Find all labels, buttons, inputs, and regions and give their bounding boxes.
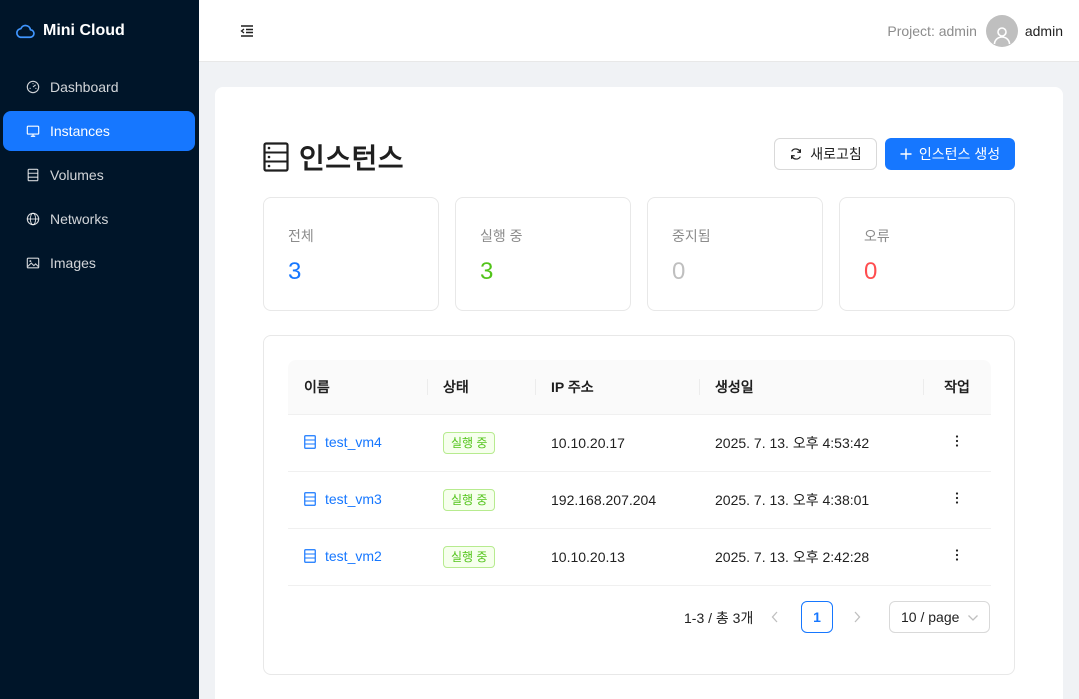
menu-fold-icon[interactable]	[239, 23, 255, 39]
refresh-label: 새로고침	[810, 146, 862, 162]
page-size-select[interactable]: 10 / page	[889, 601, 990, 633]
sidebar-item-dashboard[interactable]: Dashboard	[3, 67, 195, 107]
sidebar: Mini Cloud Dashboard Instances Volumes N…	[0, 0, 199, 699]
stat-label: 중지됨	[672, 228, 711, 244]
instance-created: 2025. 7. 13. 오후 4:38:01	[699, 471, 923, 529]
top-header: Project: admin admin	[199, 0, 1079, 62]
instance-name-link[interactable]: test_vm3	[304, 491, 382, 507]
refresh-button[interactable]: 새로고침	[774, 138, 877, 170]
status-badge: 실행 중	[443, 545, 496, 568]
stats-row: 전체 3 실행 중 3 중지됨 0 오류 0	[263, 197, 1015, 311]
dashboard-icon	[26, 80, 40, 94]
database-icon	[304, 434, 316, 449]
sidebar-item-label: Volumes	[50, 167, 104, 183]
stat-label: 전체	[288, 228, 314, 244]
pagination-total: 1-3 / 총 3개	[684, 610, 754, 626]
sidebar-item-label: Dashboard	[50, 79, 119, 95]
chevron-down-icon	[968, 615, 978, 621]
avatar[interactable]	[985, 14, 1018, 47]
user-area: Project: admin admin	[887, 14, 1063, 47]
instance-ip: 192.168.207.204	[535, 471, 699, 529]
instance-name: test_vm4	[325, 433, 382, 450]
stat-card-running: 실행 중 3	[455, 197, 631, 311]
brand-name: Mini Cloud	[43, 22, 125, 39]
project-label: Project: admin	[887, 22, 977, 39]
sidebar-item-label: Images	[50, 255, 96, 271]
stat-card-error: 오류 0	[839, 197, 1015, 311]
sidebar-item-instances[interactable]: Instances	[3, 111, 195, 151]
create-instance-button[interactable]: 인스턴스 생성	[885, 138, 1015, 170]
database-icon	[263, 142, 289, 172]
instance-created: 2025. 7. 13. 오후 2:42:28	[699, 528, 923, 586]
instance-name: test_vm2	[325, 547, 382, 564]
column-header-name[interactable]: 이름	[288, 360, 427, 415]
stat-card-total: 전체 3	[263, 197, 439, 311]
sidebar-item-networks[interactable]: Networks	[3, 199, 195, 239]
more-vertical-icon[interactable]	[949, 490, 965, 506]
stat-value: 0	[864, 258, 878, 285]
instance-ip: 10.10.20.17	[535, 414, 699, 472]
stat-value: 3	[480, 258, 494, 285]
column-header-actions: 작업	[923, 360, 991, 415]
table-row: test_vm2 실행 중 10.10.20.13 2025. 7. 13. 오…	[288, 528, 991, 586]
stat-card-stopped: 중지됨 0	[647, 197, 823, 311]
more-vertical-icon[interactable]	[949, 433, 965, 449]
globe-icon	[26, 212, 40, 226]
instance-name-link[interactable]: test_vm2	[304, 548, 382, 564]
instances-table-card: 이름 상태 IP 주소 생성일 작업 test_vm4 실행 중 10.10.2…	[263, 335, 1015, 675]
sidebar-item-label: Networks	[50, 211, 109, 227]
page-button-current[interactable]: 1	[801, 601, 833, 633]
status-badge: 실행 중	[443, 431, 496, 454]
database-icon	[304, 548, 316, 563]
stat-label: 실행 중	[480, 228, 523, 244]
more-vertical-icon[interactable]	[949, 547, 965, 563]
column-header-ip[interactable]: IP 주소	[535, 360, 699, 415]
pagination: 1-3 / 총 3개 1 10 / page	[264, 601, 991, 633]
page-size-value: 10 / page	[901, 609, 960, 625]
stat-value: 0	[672, 258, 686, 285]
column-header-created[interactable]: 생성일	[699, 360, 923, 415]
instances-table: 이름 상태 IP 주소 생성일 작업 test_vm4 실행 중 10.10.2…	[288, 360, 991, 586]
database-icon	[304, 491, 316, 506]
cloud-icon	[16, 24, 35, 39]
instance-name-link[interactable]: test_vm4	[304, 434, 382, 450]
column-header-status[interactable]: 상태	[427, 360, 535, 415]
stat-label: 오류	[864, 228, 890, 244]
desktop-icon	[26, 125, 40, 137]
table-row: test_vm4 실행 중 10.10.20.17 2025. 7. 13. 오…	[288, 414, 991, 472]
reload-icon	[791, 148, 802, 160]
chevron-left-icon[interactable]	[769, 609, 781, 625]
instance-created: 2025. 7. 13. 오후 4:53:42	[699, 414, 923, 472]
chevron-right-icon[interactable]	[851, 609, 863, 625]
instance-ip: 10.10.20.13	[535, 528, 699, 586]
plus-icon	[900, 148, 912, 160]
content-card: 인스턴스 새로고침 인스턴스 생성 전체 3 실행 중 3 중지됨 0 오류 0…	[215, 87, 1063, 699]
brand-logo[interactable]: Mini Cloud	[0, 0, 199, 62]
sidebar-item-images[interactable]: Images	[3, 243, 195, 283]
instance-name: test_vm3	[325, 490, 382, 507]
table-row: test_vm3 실행 중 192.168.207.204 2025. 7. 1…	[288, 471, 991, 529]
create-label: 인스턴스 생성	[918, 146, 1001, 162]
stat-value: 3	[288, 258, 302, 285]
username[interactable]: admin	[1025, 23, 1063, 39]
sidebar-item-label: Instances	[50, 123, 110, 139]
status-badge: 실행 중	[443, 488, 496, 511]
sidebar-menu: Dashboard Instances Volumes Networks Ima…	[0, 62, 199, 283]
page-header: 인스턴스	[263, 137, 404, 177]
table-header-row: 이름 상태 IP 주소 생성일 작업	[288, 360, 991, 415]
sidebar-item-volumes[interactable]: Volumes	[3, 155, 195, 195]
user-icon	[993, 26, 1011, 44]
database-icon	[27, 168, 39, 182]
picture-icon	[26, 257, 40, 269]
page-title: 인스턴스	[299, 143, 405, 174]
